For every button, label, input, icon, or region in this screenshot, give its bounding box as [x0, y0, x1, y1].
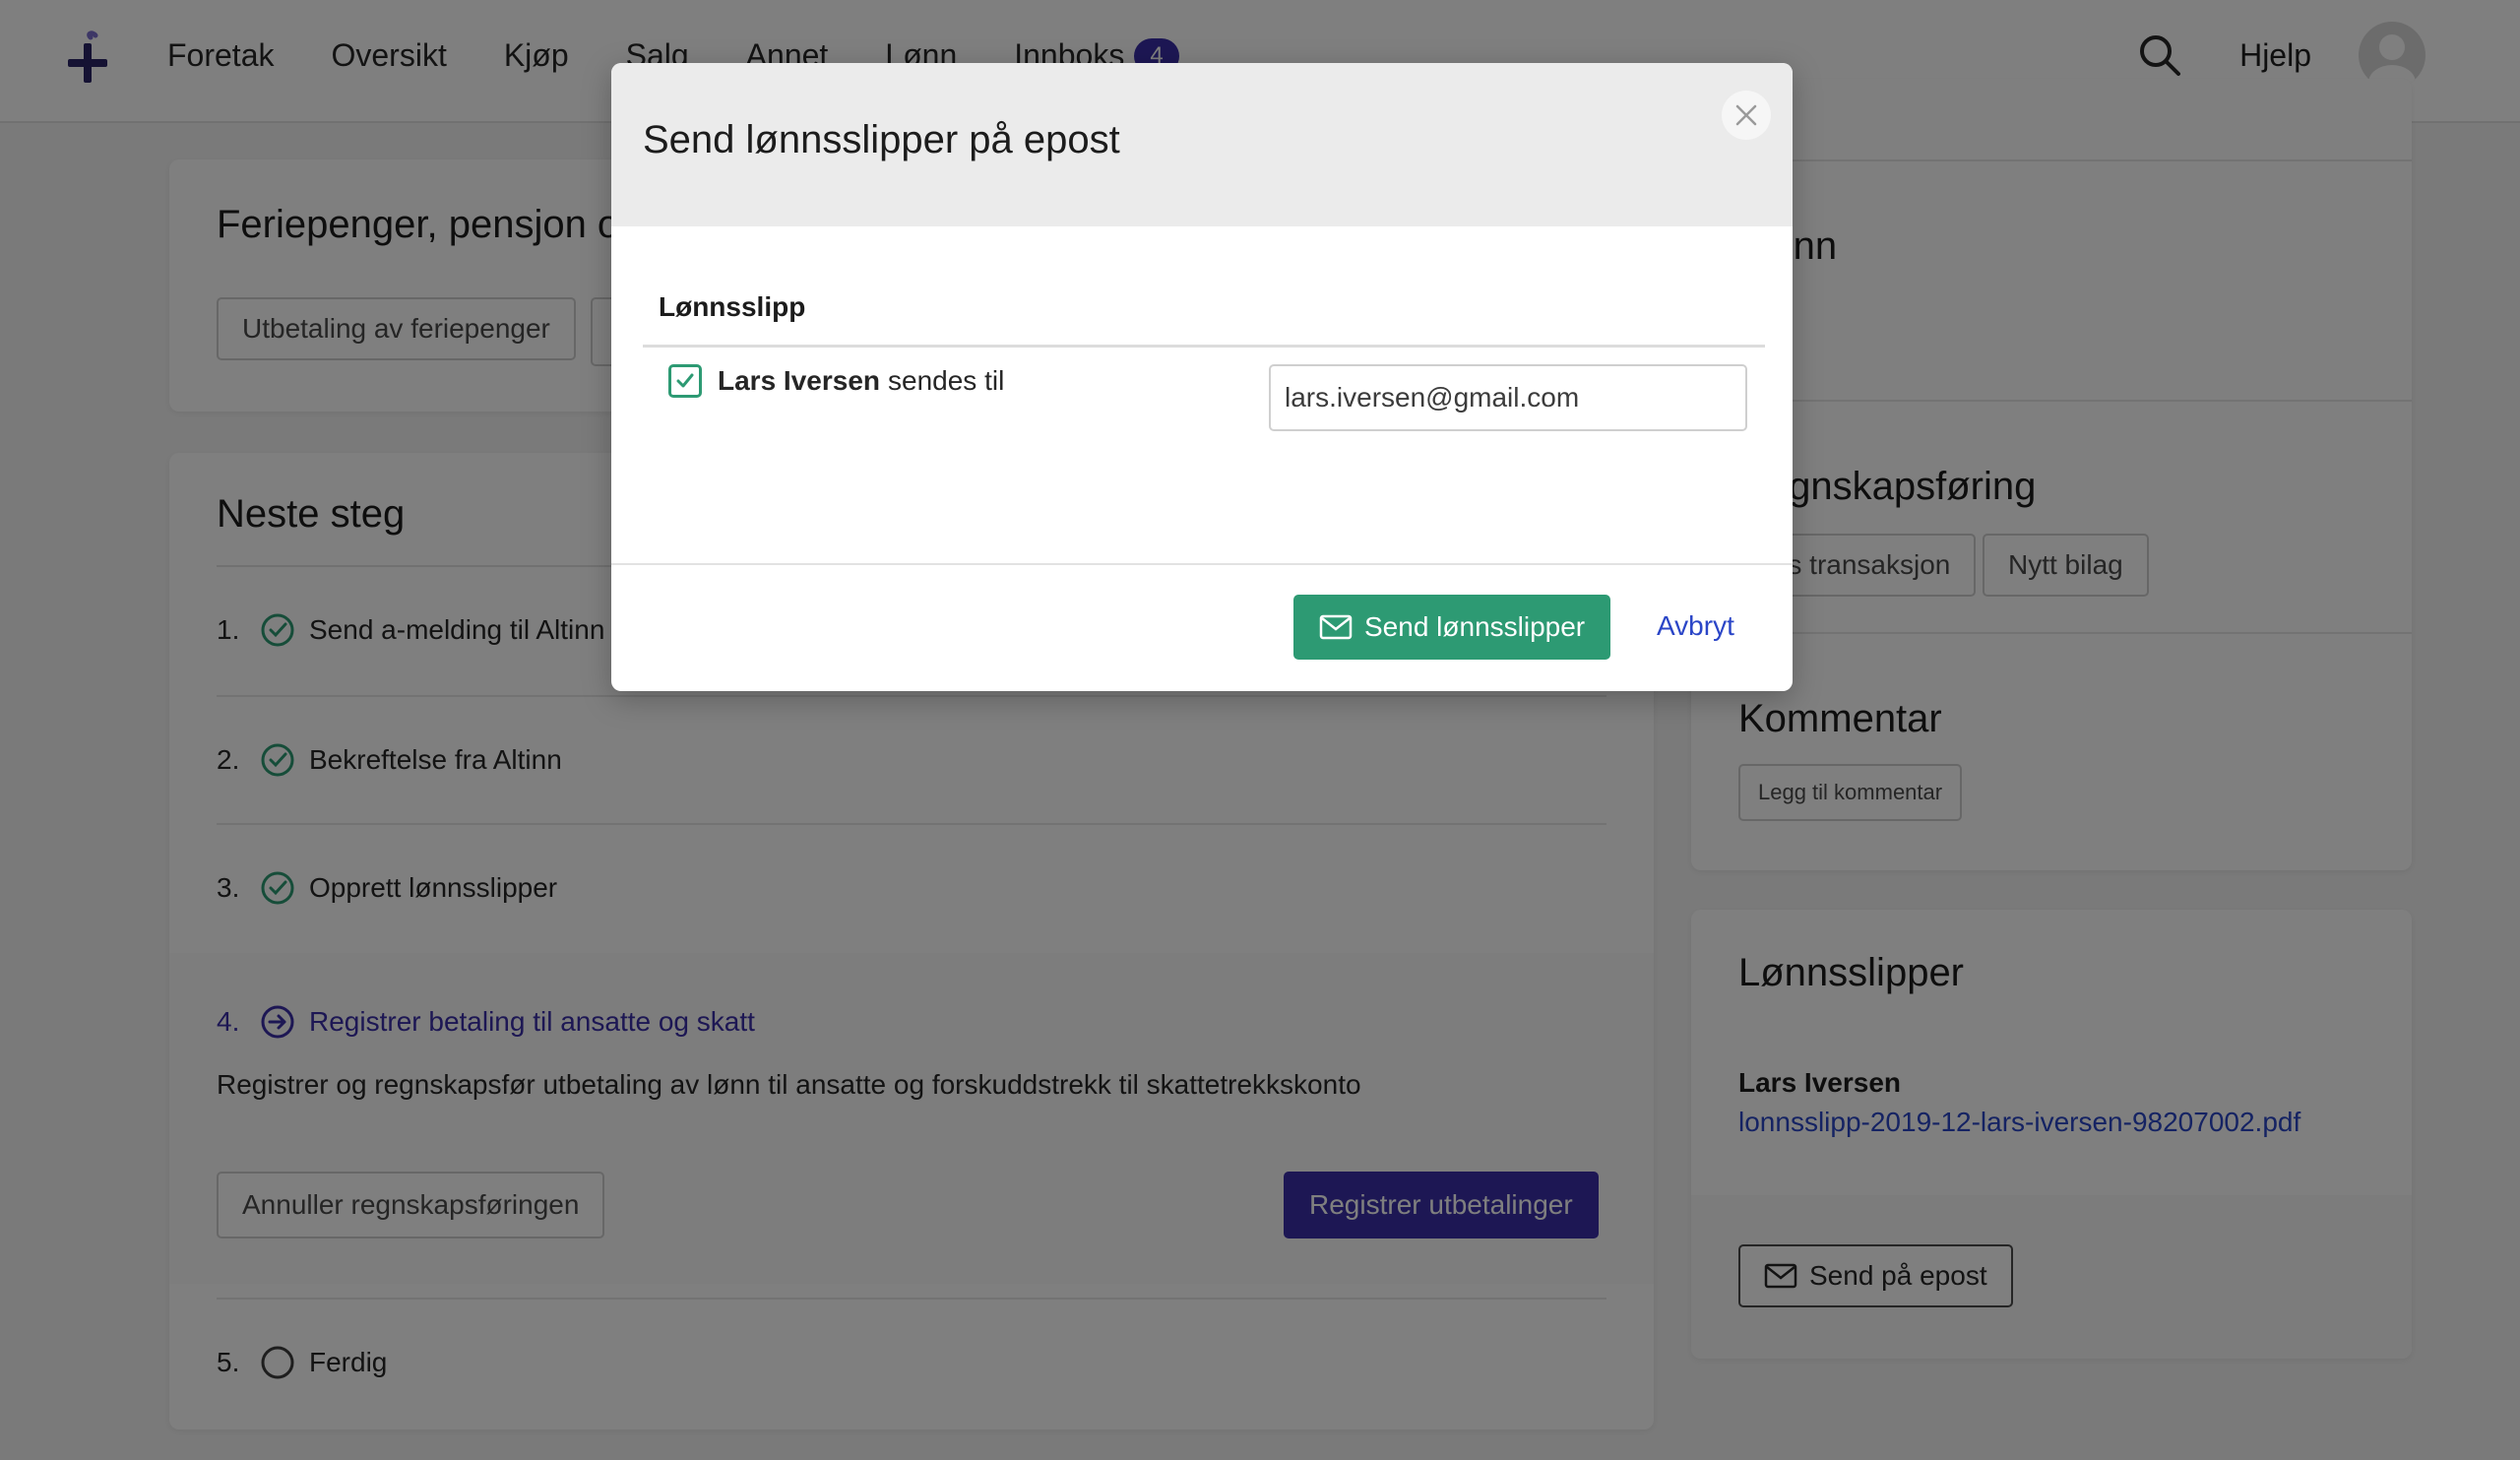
- dialog-title: Send lønnsslipper på epost: [643, 118, 1120, 161]
- envelope-icon: [1319, 614, 1353, 640]
- close-icon: [1735, 104, 1757, 126]
- check-icon: [676, 373, 694, 388]
- divider: [611, 563, 1793, 565]
- recipient-name: Lars Iversen: [718, 365, 880, 396]
- recipient-suffix: sendes til: [888, 365, 1005, 396]
- email-field[interactable]: [1269, 364, 1747, 431]
- recipient-row: Lars Iversen sendes til: [668, 364, 1004, 398]
- close-button[interactable]: [1722, 91, 1771, 140]
- send-payslips-dialog: Send lønnsslipper på epost Lønnsslipp La…: [611, 63, 1793, 691]
- payslip-section-label: Lønnsslipp: [659, 291, 806, 322]
- dialog-header: Send lønnsslipper på epost: [611, 63, 1793, 226]
- send-payslips-button[interactable]: Send lønnsslipper: [1293, 595, 1611, 660]
- recipient-checkbox[interactable]: [668, 364, 702, 398]
- divider: [643, 345, 1765, 348]
- cancel-link[interactable]: Avbryt: [1657, 610, 1734, 642]
- send-payslips-label: Send lønnsslipper: [1364, 611, 1586, 642]
